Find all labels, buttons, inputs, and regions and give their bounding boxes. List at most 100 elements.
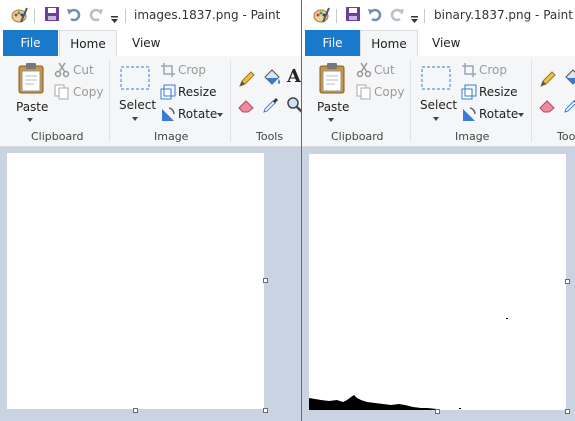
cut-button[interactable]: Cut [356, 62, 408, 80]
magnifier-icon[interactable] [286, 96, 301, 114]
paste-label: Paste [317, 100, 350, 114]
select-dropdown-icon [433, 117, 439, 121]
resize-icon [160, 84, 176, 100]
image-group-label: Image [455, 130, 490, 143]
resize-handle-right[interactable] [565, 279, 570, 284]
rotate-button[interactable]: Rotate [160, 106, 226, 124]
tools-group-label: Tools [557, 130, 575, 143]
drawing-canvas[interactable] [7, 153, 264, 409]
rotate-label: Rotate [479, 107, 519, 121]
tab-view[interactable]: View [132, 30, 160, 56]
tab-file[interactable]: File [305, 30, 360, 56]
fill-bucket-icon[interactable] [563, 68, 575, 88]
group-separator [410, 60, 411, 142]
resize-label: Resize [178, 85, 217, 99]
ribbon-tabs: File Home View [302, 30, 575, 57]
window-title: binary.1837.png - Paint [434, 8, 573, 22]
paint-app-icon [312, 6, 330, 28]
resize-button[interactable]: Resize [160, 84, 220, 102]
undo-icon[interactable] [367, 6, 383, 26]
text-tool[interactable]: A [287, 66, 301, 87]
resize-handle-right[interactable] [263, 278, 268, 283]
tab-file[interactable]: File [3, 30, 58, 56]
eraser-icon[interactable] [238, 96, 256, 114]
resize-label: Resize [479, 85, 518, 99]
title-separator [424, 9, 425, 23]
color-picker-icon[interactable] [262, 96, 280, 114]
rotate-icon [162, 107, 175, 121]
rotate-icon [463, 107, 476, 121]
color-picker-icon[interactable] [563, 96, 575, 114]
rotate-dropdown-icon [518, 113, 524, 117]
crop-icon [462, 63, 476, 77]
image-group-label: Image [154, 130, 189, 143]
quick-access-separator [34, 9, 35, 23]
select-icon [421, 66, 451, 90]
select-label: Select [420, 98, 458, 112]
resize-handle-bottom[interactable] [133, 408, 138, 413]
resize-button[interactable]: Resize [461, 84, 521, 102]
copy-label: Copy [73, 85, 104, 99]
paste-button[interactable]: Paste [315, 60, 349, 126]
ribbon-tabs: File Home View [0, 30, 301, 57]
save-icon[interactable] [345, 6, 361, 26]
tools-group-label: Tools [256, 130, 284, 143]
resize-handle-corner[interactable] [263, 408, 268, 413]
crop-button[interactable]: Crop [160, 62, 220, 80]
resize-handle-corner[interactable] [565, 409, 570, 414]
binary-image-content [309, 318, 508, 410]
tab-view[interactable]: View [432, 30, 460, 56]
cut-button[interactable]: Cut [54, 62, 106, 80]
window-title: images.1837.png - Paint [134, 8, 281, 22]
save-icon[interactable] [44, 6, 60, 26]
copy-button[interactable]: Copy [356, 84, 408, 102]
redo-icon[interactable] [389, 6, 405, 26]
pencil-icon[interactable] [539, 70, 557, 88]
select-label: Select [119, 98, 157, 112]
redo-icon[interactable] [88, 6, 104, 26]
paste-dropdown-icon [27, 118, 33, 122]
copy-button[interactable]: Copy [54, 84, 106, 102]
title-bar: images.1837.png - Paint [0, 0, 301, 30]
drawing-canvas[interactable] [309, 154, 566, 410]
ribbon-home: Paste Cut Copy Clipboard Select Crop Res… [0, 56, 301, 147]
rotate-dropdown-icon [217, 113, 223, 117]
resize-handle-bottom[interactable] [435, 409, 440, 414]
tab-home[interactable]: Home [59, 30, 117, 57]
paste-button[interactable]: Paste [14, 60, 48, 126]
crop-icon [161, 63, 175, 77]
paint-app-icon [10, 6, 28, 28]
customize-quick-access-icon[interactable] [110, 10, 119, 29]
rotate-button[interactable]: Rotate [461, 106, 527, 124]
group-separator [230, 60, 231, 142]
customize-quick-access-icon[interactable] [410, 10, 419, 29]
fill-bucket-icon[interactable] [262, 68, 282, 88]
cut-label: Cut [374, 63, 395, 77]
quick-access-separator [336, 9, 337, 23]
paste-label: Paste [16, 100, 49, 114]
group-separator [531, 60, 532, 142]
clipboard-group-label: Clipboard [331, 130, 384, 143]
undo-icon[interactable] [66, 6, 82, 26]
eraser-icon[interactable] [539, 96, 557, 114]
scissors-icon [54, 62, 70, 78]
cut-label: Cut [73, 63, 94, 77]
paint-window-images: images.1837.png - Paint File Home View P… [0, 0, 301, 421]
crop-label: Crop [178, 63, 207, 77]
paste-icon [319, 63, 345, 94]
paint-window-binary: binary.1837.png - Paint File Home View P… [301, 0, 575, 421]
tab-home[interactable]: Home [360, 30, 418, 57]
clipboard-group-label: Clipboard [31, 130, 84, 143]
pencil-icon[interactable] [238, 70, 256, 88]
copy-icon [54, 84, 69, 100]
select-button[interactable]: Select [117, 62, 157, 126]
paste-dropdown-icon [328, 118, 334, 122]
crop-button[interactable]: Crop [461, 62, 521, 80]
copy-label: Copy [374, 85, 405, 99]
scissors-icon [356, 62, 372, 78]
title-bar: binary.1837.png - Paint [302, 0, 575, 30]
title-separator [125, 9, 126, 23]
copy-icon [356, 84, 371, 100]
select-button[interactable]: Select [418, 62, 458, 126]
resize-icon [461, 84, 477, 100]
